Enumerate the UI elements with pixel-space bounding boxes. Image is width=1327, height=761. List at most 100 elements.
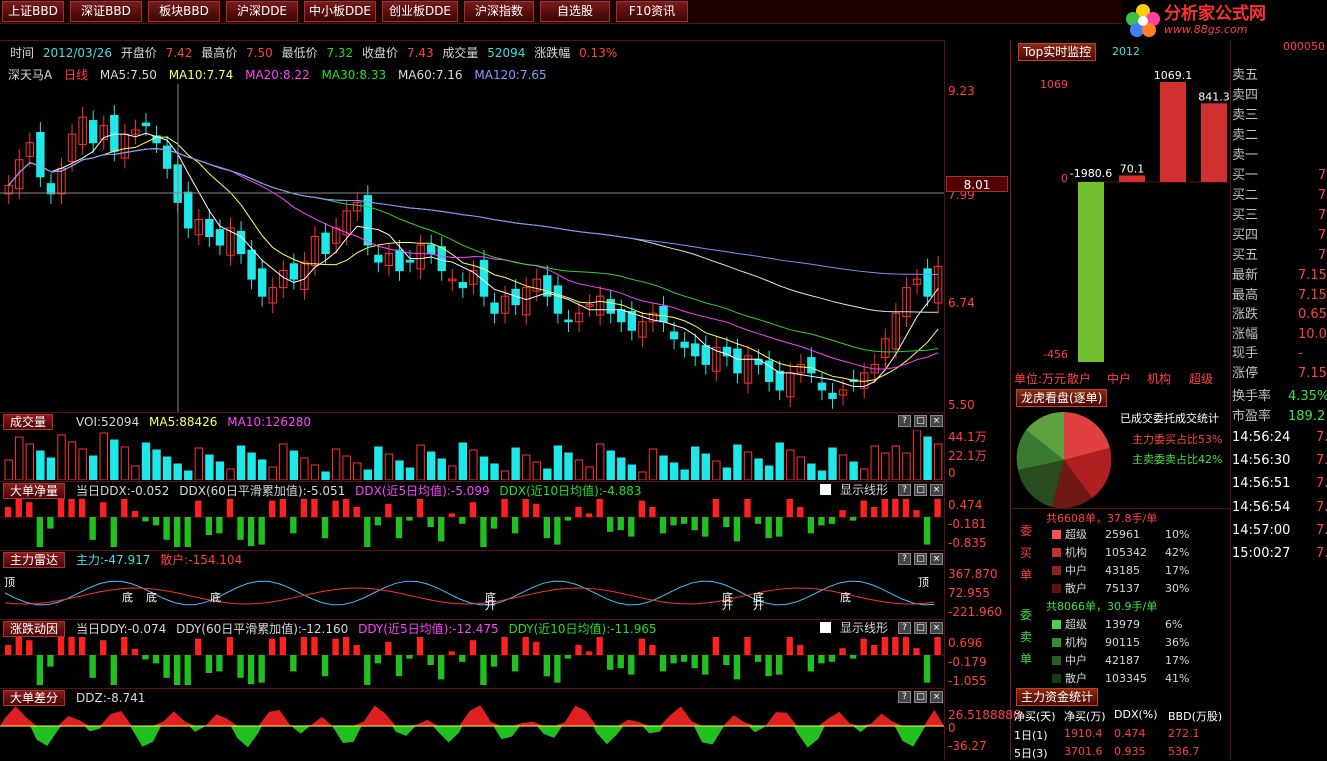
ddx-bar [659,517,667,534]
order-book-row[interactable]: 买五 7. [1232,246,1327,266]
toolbar-button[interactable]: 深证BBD [70,1,142,22]
order-book-row[interactable]: 买二 7. [1232,186,1327,206]
radar-signal-mark: 顶 [918,576,929,589]
order-percent: 30% [1165,582,1190,595]
order-book-row[interactable]: 买三 7. [1232,206,1327,226]
close-icon[interactable]: × [930,484,943,496]
help-icon[interactable]: ? [898,484,911,496]
toolbar-button[interactable]: 沪深DDE [226,1,298,22]
ddx-bar [828,655,836,662]
candle-body [321,232,330,255]
order-book-row[interactable]: 买一 7. [1232,166,1327,186]
close-icon[interactable]: × [930,691,943,703]
ddy-axis-label: 0.696 [948,636,983,650]
radar-line-chart[interactable] [0,568,944,618]
ma-line [8,148,939,353]
buy-order-label: 委买单 [1020,520,1032,586]
ddx-bar [607,517,614,532]
candle-body [257,268,267,297]
volume-bar [141,442,151,480]
fund-stat-button[interactable]: 主力资金统计 [1016,688,1099,706]
radar-panel-tag[interactable]: 主力雷达 [3,552,66,568]
ddx-bar [807,655,815,672]
show-shape-checkbox[interactable] [820,484,831,495]
ddx-bar [564,655,572,659]
volume-bar [36,450,45,480]
toolbar-button[interactable]: 中小板DDE [304,1,376,22]
ddx-bar [290,655,297,672]
maximize-icon[interactable]: □ [914,484,927,496]
toolbar-button[interactable]: 自选股 [540,1,610,22]
radar-retail: 散户:-154.104 [160,553,243,567]
order-book-label: 买三 [1232,208,1259,223]
help-icon[interactable]: ? [898,691,911,703]
maximize-icon[interactable]: □ [914,553,927,565]
volume-bar [691,446,700,480]
toolbar-button[interactable]: 沪深指数 [464,1,534,22]
order-book-row[interactable]: 卖四 [1232,86,1327,106]
close-icon[interactable]: × [930,415,943,427]
ddx-bar-chart[interactable] [0,499,944,549]
ddx-bar [670,517,677,526]
ddx-bar [849,517,857,521]
order-book-row[interactable]: 卖五 [1232,66,1327,86]
order-book-row[interactable]: 卖三 [1232,106,1327,126]
sell-label-char: 委 [1020,608,1033,622]
top-monitor-button[interactable]: Top实时监控 [1018,43,1097,61]
fund-bar-value: 841.3 [1198,90,1230,103]
help-icon[interactable]: ? [898,622,911,634]
ddy-panel-tag[interactable]: 涨跌动因 [3,621,66,637]
show-shape-checkbox[interactable] [820,622,831,633]
candle-body [205,218,214,237]
toolbar-button[interactable]: 上证BBD [2,1,64,22]
dragon-tiger-button[interactable]: 龙虎看盘(逐单) [1016,389,1108,407]
ddx-bar [733,517,741,542]
volume-axis-label: 22.1万 [948,449,987,463]
trade-tick-row: 14:56:54 7. [1232,497,1327,519]
volume-panel-tag[interactable]: 成交量 [3,414,54,430]
period-label[interactable]: 日线 [64,68,88,82]
radar-signal-mark: 顶 [4,576,15,589]
quote-row: 最高 7.15 [1232,286,1327,306]
help-icon[interactable]: ? [898,553,911,565]
ddy-bar-chart[interactable] [0,637,944,687]
maximize-icon[interactable]: □ [914,691,927,703]
candle-body [247,249,256,280]
toolbar-button[interactable]: 板块BBD [148,1,220,22]
ddx-bar [237,655,244,678]
fund-flow-bar-chart: 1069 0 -456 -1980.6 70.1 1069.1 841.3 [1040,69,1230,362]
buy-label-char: 单 [1020,568,1033,582]
ddx-panel-tag[interactable]: 大单净量 [3,483,66,499]
close-icon[interactable]: × [930,553,943,565]
trade-price: 7. [1316,546,1327,561]
ddx-bar [205,517,213,535]
maximize-icon[interactable]: □ [914,415,927,427]
ddz-area-chart[interactable] [0,706,944,760]
order-book-row[interactable]: 买四 7. [1232,226,1327,246]
time-label: 时间 [10,46,35,60]
order-book-price: 7. [1318,228,1327,243]
order-book-row[interactable]: 卖一 [1232,146,1327,166]
volume-chart[interactable] [0,430,944,480]
trade-price: 7. [1316,522,1327,538]
candle-body [490,302,499,314]
maximize-icon[interactable]: □ [914,622,927,634]
ddx-bar [871,645,878,655]
ddx-bar [575,645,582,655]
toolbar-button[interactable]: 创业板DDE [382,1,458,22]
help-icon[interactable]: ? [898,415,911,427]
volume-bar [236,445,246,480]
candlestick-chart[interactable] [0,84,944,412]
order-book-row[interactable]: 卖二 [1232,126,1327,146]
ddx-bar [881,637,888,655]
ddx-bar [617,517,624,531]
ma5-label: MA5:7.50 [99,68,157,82]
close-icon[interactable]: × [930,622,943,634]
volume-bar [881,452,890,480]
toolbar-button[interactable]: F10资讯 [616,1,688,22]
order-book-label: 卖一 [1232,148,1259,163]
ddx-bar [892,637,899,655]
ddz-panel-tag[interactable]: 大单差分 [3,690,66,706]
volume-bar [786,449,795,480]
candle-body [426,244,436,255]
